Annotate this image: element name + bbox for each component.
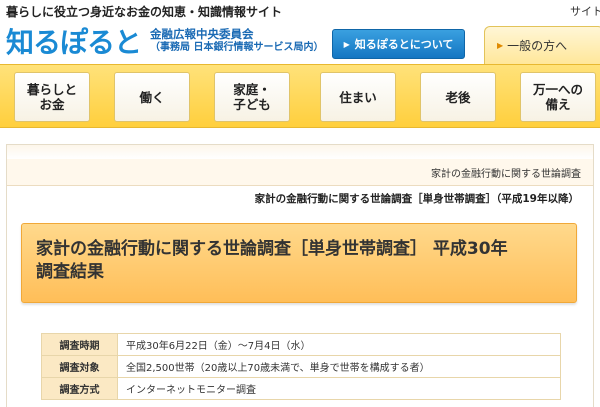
- triangle-right-icon: ▶: [343, 39, 350, 49]
- nav-label: 万一への 備え: [532, 82, 583, 112]
- page-title: 家計の金融行動に関する世論調査［単身世帯調査］ 平成30年 調査結果: [36, 238, 562, 284]
- breadcrumb: 家計の金融行動に関する世論調査: [7, 159, 593, 185]
- row-label: 調査時期: [41, 333, 118, 356]
- table-row: 調査対象 全国2,500世帯（20歳以上70歳未満で、単身で世帯を構成する者）: [41, 355, 561, 378]
- site-tagline: 暮らしに役立つ身近なお金の知恵・知識情報サイト: [6, 5, 283, 19]
- table-row: 調査方式 インターネットモニター調査: [41, 377, 561, 400]
- row-value: 全国2,500世帯（20歳以上70歳未満で、単身で世帯を構成する者）: [117, 355, 561, 378]
- nav-item-retirement[interactable]: 老後: [420, 72, 496, 122]
- page-title-box: 家計の金融行動に関する世論調査［単身世帯調査］ 平成30年 調査結果: [21, 223, 577, 303]
- about-button-label: 知るぽるとについて: [354, 38, 454, 51]
- row-value: インターネットモニター調査: [117, 377, 561, 400]
- logo-text: 知るぽると: [6, 26, 142, 59]
- breadcrumb-current[interactable]: 家計の金融行動に関する世論調査: [431, 165, 581, 180]
- triangle-right-icon: ▶: [497, 41, 504, 50]
- sitemap-link[interactable]: サイト内: [570, 3, 600, 19]
- site-logo[interactable]: 知るぽると: [6, 24, 142, 59]
- page-title-line2: 調査結果: [36, 262, 104, 282]
- nav-label: 住まい: [339, 89, 377, 105]
- row-value: 平成30年6月22日（金）～7月4日（水）: [117, 333, 561, 356]
- content-topband: [7, 145, 593, 159]
- org-name: 金融広報中央委員会: [150, 27, 254, 41]
- nav-item-emergency[interactable]: 万一への 備え: [520, 72, 596, 122]
- table-row: 調査時期 平成30年6月22日（金）～7月4日（水）: [41, 333, 561, 356]
- nav-label: 家庭・ 子ども: [233, 82, 271, 112]
- section-subtitle: 家計の金融行動に関する世論調査［単身世帯調査］（平成19年以降）: [7, 185, 593, 211]
- row-label: 調査対象: [41, 355, 118, 378]
- nav-label: 働く: [139, 89, 165, 105]
- nav-item-family[interactable]: 家庭・ 子ども: [214, 72, 290, 122]
- main-content: 家計の金融行動に関する世論調査 家計の金融行動に関する世論調査［単身世帯調査］（…: [6, 144, 594, 407]
- row-label: 調査方式: [41, 377, 118, 400]
- tab-general-users[interactable]: ▶ 一般の方へ: [484, 26, 600, 64]
- nav-item-living-money[interactable]: 暮らしと お金: [14, 72, 90, 122]
- page-title-line1: 家計の金融行動に関する世論調査［単身世帯調査］ 平成30年: [36, 239, 508, 259]
- nav-item-housing[interactable]: 住まい: [320, 72, 396, 122]
- nav-label: 暮らしと お金: [26, 82, 77, 112]
- org-info: 金融広報中央委員会 （事務局 日本銀行情報サービス局内）: [150, 27, 323, 55]
- nav-label: 老後: [445, 89, 471, 105]
- main-nav: 暮らしと お金 働く 家庭・ 子ども 住まい 老後 万一への 備え: [0, 64, 600, 128]
- org-secretariat: （事務局 日本銀行情報サービス局内）: [150, 42, 324, 53]
- about-button[interactable]: ▶ 知るぽるとについて: [332, 29, 465, 59]
- survey-info-table: 調査時期 平成30年6月22日（金）～7月4日（水） 調査対象 全国2,500世…: [41, 333, 561, 400]
- tab-general-label: 一般の方へ: [507, 39, 568, 53]
- nav-item-work[interactable]: 働く: [114, 72, 190, 122]
